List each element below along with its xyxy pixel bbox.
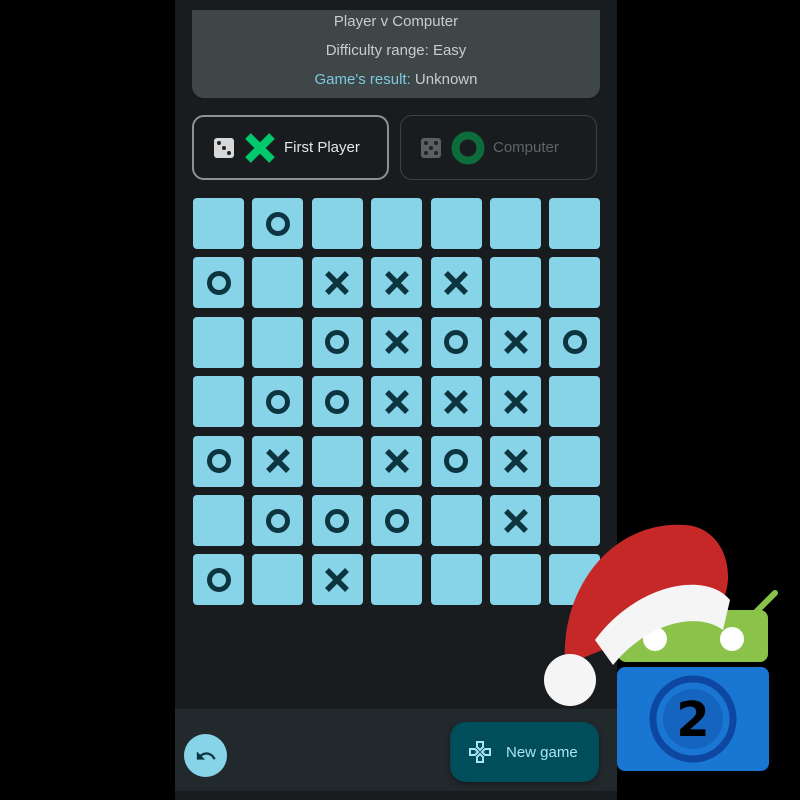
board-cell[interactable]	[430, 257, 482, 309]
undo-button[interactable]	[184, 734, 227, 777]
x-mark-icon	[384, 330, 409, 355]
board-cell[interactable]	[193, 376, 244, 428]
o-mark-icon	[265, 389, 290, 414]
board-cell[interactable]	[193, 554, 244, 606]
x-mark-icon	[444, 270, 469, 295]
board-cell[interactable]	[549, 257, 601, 309]
board-cell[interactable]	[371, 554, 423, 606]
board-cell[interactable]	[490, 257, 541, 309]
board-cell[interactable]	[252, 495, 304, 546]
logo-badge: 2	[676, 692, 709, 748]
board-cell[interactable]	[252, 198, 304, 249]
board-cell[interactable]	[193, 198, 244, 249]
board-cell[interactable]	[311, 435, 363, 487]
o-mark-icon	[384, 508, 409, 533]
o-mark-icon	[325, 330, 350, 355]
difficulty: Difficulty range: Easy	[325, 42, 467, 59]
o-mark-icon	[325, 508, 350, 533]
player-card-first[interactable]: First Player	[192, 115, 389, 180]
board-cell[interactable]	[430, 495, 482, 546]
player-name: Computer	[493, 139, 559, 156]
board-cell[interactable]	[490, 316, 541, 368]
board-cell[interactable]	[311, 554, 363, 606]
x-mark-icon	[444, 389, 469, 414]
x-mark-icon	[325, 567, 350, 592]
x-mark-icon	[384, 270, 409, 295]
board-cell[interactable]	[490, 198, 541, 249]
gamepad-icon	[469, 741, 491, 763]
board-cell[interactable]	[490, 435, 541, 487]
x-mark-icon	[384, 449, 409, 474]
board-cell[interactable]	[311, 376, 363, 428]
player-card-computer[interactable]: Computer	[400, 115, 597, 180]
board-cell[interactable]	[490, 376, 541, 428]
x-mark-icon	[245, 132, 275, 163]
result-value: Unknown	[414, 71, 478, 88]
board-cell[interactable]	[371, 376, 423, 428]
o-mark-icon	[206, 449, 231, 474]
o-mark-icon	[206, 567, 231, 592]
o-mark-icon	[325, 389, 350, 414]
o-mark-icon	[451, 131, 485, 164]
board-cell[interactable]	[549, 376, 601, 428]
game-mode: Player v Computer	[333, 13, 459, 30]
x-mark-icon	[503, 389, 528, 414]
player-name: First Player	[284, 139, 360, 156]
board-cell[interactable]	[252, 376, 304, 428]
o-mark-icon	[206, 270, 231, 295]
board-cell[interactable]	[311, 316, 363, 368]
board-cell[interactable]	[549, 316, 601, 368]
undo-icon	[196, 750, 216, 760]
o-mark-icon	[444, 449, 469, 474]
board-cell[interactable]	[311, 257, 363, 309]
board-cell[interactable]	[430, 316, 482, 368]
o-mark-icon	[265, 211, 290, 236]
board-cell[interactable]	[549, 435, 601, 487]
board-cell[interactable]	[430, 554, 482, 606]
dice-icon	[214, 137, 234, 158]
board-cell[interactable]	[311, 495, 363, 546]
game-result: Game's result: Unknown	[192, 71, 600, 88]
x-mark-icon	[503, 330, 528, 355]
board-cell[interactable]	[490, 495, 541, 546]
board-cell[interactable]	[371, 435, 423, 487]
board-cell[interactable]	[371, 198, 423, 249]
board-cell[interactable]	[252, 316, 304, 368]
board-cell[interactable]	[371, 495, 423, 546]
x-mark-icon	[265, 449, 290, 474]
x-mark-icon	[384, 389, 409, 414]
board-cell[interactable]	[430, 198, 482, 249]
board-cell[interactable]	[193, 435, 244, 487]
x-mark-icon	[325, 270, 350, 295]
board-cell[interactable]	[371, 257, 423, 309]
board-cell[interactable]	[252, 554, 304, 606]
o-mark-icon	[562, 330, 587, 355]
board-cell[interactable]	[193, 316, 244, 368]
board-cell[interactable]	[252, 435, 304, 487]
fdroid-santa-logo: 2	[544, 524, 778, 771]
game-info-panel: Player v Computer Difficulty range: Easy…	[192, 10, 600, 98]
board-cell[interactable]	[430, 376, 482, 428]
board-cell[interactable]	[193, 495, 244, 546]
board-cell[interactable]	[371, 316, 423, 368]
board-cell[interactable]	[193, 257, 244, 309]
o-mark-icon	[265, 508, 290, 533]
board-cell[interactable]	[490, 554, 541, 606]
board-cell[interactable]	[430, 435, 482, 487]
dice-icon	[421, 137, 441, 158]
x-mark-icon	[503, 508, 528, 533]
board-cell[interactable]	[549, 198, 601, 249]
x-mark-icon	[503, 449, 528, 474]
o-mark-icon	[444, 330, 469, 355]
board-cell[interactable]	[311, 198, 363, 249]
board-cell[interactable]	[252, 257, 304, 309]
result-label: Game's result:	[314, 71, 411, 88]
